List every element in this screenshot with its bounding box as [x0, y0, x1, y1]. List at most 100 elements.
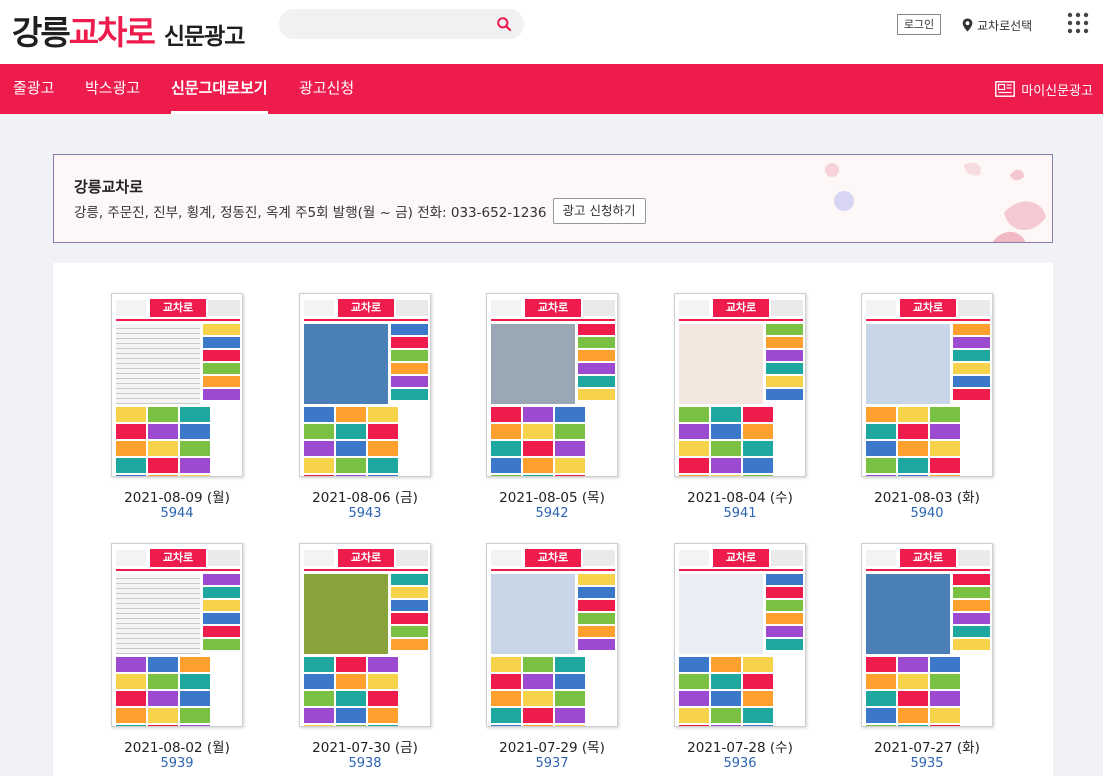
issue-thumbnail[interactable]: 교차로	[299, 543, 431, 727]
side-ad-block	[766, 376, 803, 387]
search-icon[interactable]	[496, 16, 512, 32]
classified-ad-block	[148, 657, 178, 672]
issue-date[interactable]: 2021-08-03 (화)	[843, 486, 1011, 506]
masthead-left-block	[679, 550, 709, 566]
my-newspaper-ad-link[interactable]: 마이신문광고	[995, 78, 1093, 100]
side-ad-block	[578, 587, 615, 598]
issue-card[interactable]: 교차로 2021-08-02 (월) 5939	[93, 543, 253, 775]
issue-card[interactable]: 교차로 2021-07-29 (목) 5937	[468, 543, 628, 775]
thumbnail-side-ads	[203, 324, 240, 404]
side-ad-block	[578, 613, 615, 624]
publication-info-box: 강릉교차로 강릉, 주문진, 진부, 횡계, 정동진, 옥계 주5회 발행(월 …	[53, 154, 1053, 243]
classified-ad-block	[491, 657, 521, 672]
login-button[interactable]: 로그인	[897, 14, 941, 35]
nav-item-line-ads[interactable]: 줄광고	[13, 64, 54, 114]
my-ad-label: 마이신문광고	[1021, 83, 1093, 99]
issue-date[interactable]: 2021-08-06 (금)	[281, 486, 449, 506]
issue-card[interactable]: 교차로 2021-08-09 (월) 5944	[93, 293, 253, 525]
side-ad-block	[578, 626, 615, 637]
side-ad-block	[203, 363, 240, 374]
classified-ad-block	[523, 657, 553, 672]
side-ad-block	[953, 626, 990, 637]
issue-card[interactable]: 교차로 2021-08-03 (화) 5940	[843, 293, 1003, 525]
issue-thumbnail[interactable]: 교차로	[299, 293, 431, 477]
classified-ad-block	[148, 691, 178, 706]
issue-date[interactable]: 2021-07-27 (화)	[843, 736, 1011, 756]
issue-thumbnail[interactable]: 교차로	[861, 543, 993, 727]
nav-item-newspaper-view[interactable]: 신문그대로보기	[171, 64, 268, 114]
apps-grid-icon[interactable]	[1067, 12, 1089, 34]
issue-number[interactable]: 5938	[281, 756, 449, 771]
classified-ad-block	[336, 475, 366, 476]
masthead-rule	[866, 569, 990, 571]
issue-card[interactable]: 교차로 2021-08-05 (목) 5942	[468, 293, 628, 525]
masthead-left-block	[116, 550, 146, 566]
publication-description: 강릉, 주문진, 진부, 횡계, 정동진, 옥계 주5회 발행(월 ~ 금) 전…	[74, 205, 547, 221]
classified-ad-block	[743, 458, 773, 473]
classified-ad-block	[304, 441, 334, 456]
issue-date[interactable]: 2021-07-28 (수)	[656, 736, 824, 756]
issue-number[interactable]: 5943	[281, 506, 449, 521]
issue-thumbnail[interactable]: 교차로	[674, 543, 806, 727]
issue-date[interactable]: 2021-08-02 (월)	[93, 736, 261, 756]
classified-ad-block	[180, 407, 210, 422]
classified-ad-block	[743, 441, 773, 456]
issue-thumbnail[interactable]: 교차로	[861, 293, 993, 477]
issue-date[interactable]: 2021-07-29 (목)	[468, 736, 636, 756]
side-ad-block	[953, 324, 990, 335]
masthead-left-block	[866, 300, 896, 316]
classified-ad-block	[336, 691, 366, 706]
classified-ad-block	[116, 424, 146, 439]
thumbnail-main-ad	[116, 574, 200, 654]
issue-date[interactable]: 2021-08-09 (월)	[93, 486, 261, 506]
nav-item-box-ads[interactable]: 박스광고	[85, 64, 140, 114]
issue-card[interactable]: 교차로 2021-07-30 (금) 5938	[281, 543, 441, 775]
issue-card[interactable]: 교차로 2021-08-06 (금) 5943	[281, 293, 441, 525]
classified-ad-block	[336, 407, 366, 422]
issue-date[interactable]: 2021-08-05 (목)	[468, 486, 636, 506]
issue-number[interactable]: 5936	[656, 756, 824, 771]
issue-thumbnail[interactable]: 교차로	[486, 543, 618, 727]
nav-item-ad-apply[interactable]: 광고신청	[299, 64, 354, 114]
publication-description-row: 강릉, 주문진, 진부, 횡계, 정동진, 옥계 주5회 발행(월 ~ 금) 전…	[74, 198, 646, 224]
masthead-rule	[679, 569, 803, 571]
issue-number[interactable]: 5941	[656, 506, 824, 521]
side-ad-block	[391, 600, 428, 611]
classified-ad-block	[866, 475, 896, 476]
issue-card[interactable]: 교차로 2021-07-28 (수) 5936	[656, 543, 816, 775]
classified-ad-block	[523, 674, 553, 689]
issue-card[interactable]: 교차로 2021-07-27 (화) 5935	[843, 543, 1003, 775]
issue-number[interactable]: 5942	[468, 506, 636, 521]
thumbnail-masthead: 교차로	[866, 549, 990, 567]
issue-number[interactable]: 5940	[843, 506, 1011, 521]
issue-number[interactable]: 5944	[93, 506, 261, 521]
side-ad-block	[203, 376, 240, 387]
classified-ad-block	[336, 424, 366, 439]
classified-ad-block	[336, 708, 366, 723]
classified-ad-block	[679, 674, 709, 689]
issue-thumbnail[interactable]: 교차로	[486, 293, 618, 477]
side-ad-block	[203, 587, 240, 598]
search-input[interactable]	[295, 14, 485, 34]
classified-ad-block	[116, 674, 146, 689]
issue-card[interactable]: 교차로 2021-08-04 (수) 5941	[656, 293, 816, 525]
issue-date[interactable]: 2021-07-30 (금)	[281, 736, 449, 756]
side-ad-block	[391, 626, 428, 637]
classified-ad-block	[711, 458, 741, 473]
classified-ad-block	[523, 725, 553, 726]
issue-number[interactable]: 5939	[93, 756, 261, 771]
site-logo[interactable]: 강릉 교차로 신문광고	[12, 6, 245, 52]
issue-thumbnail[interactable]: 교차로	[111, 543, 243, 727]
thumbnail-masthead: 교차로	[116, 549, 240, 567]
issue-number[interactable]: 5935	[843, 756, 1011, 771]
classified-ad-block	[679, 407, 709, 422]
issue-thumbnail[interactable]: 교차로	[111, 293, 243, 477]
issue-number[interactable]: 5937	[468, 756, 636, 771]
region-label: 교차로선택	[977, 18, 1033, 33]
apply-ad-button[interactable]: 광고 신청하기	[552, 198, 646, 224]
region-selector[interactable]: 교차로선택	[962, 15, 1032, 35]
classified-ad-block	[523, 441, 553, 456]
masthead-right-block	[583, 300, 615, 316]
issue-thumbnail[interactable]: 교차로	[674, 293, 806, 477]
issue-date[interactable]: 2021-08-04 (수)	[656, 486, 824, 506]
